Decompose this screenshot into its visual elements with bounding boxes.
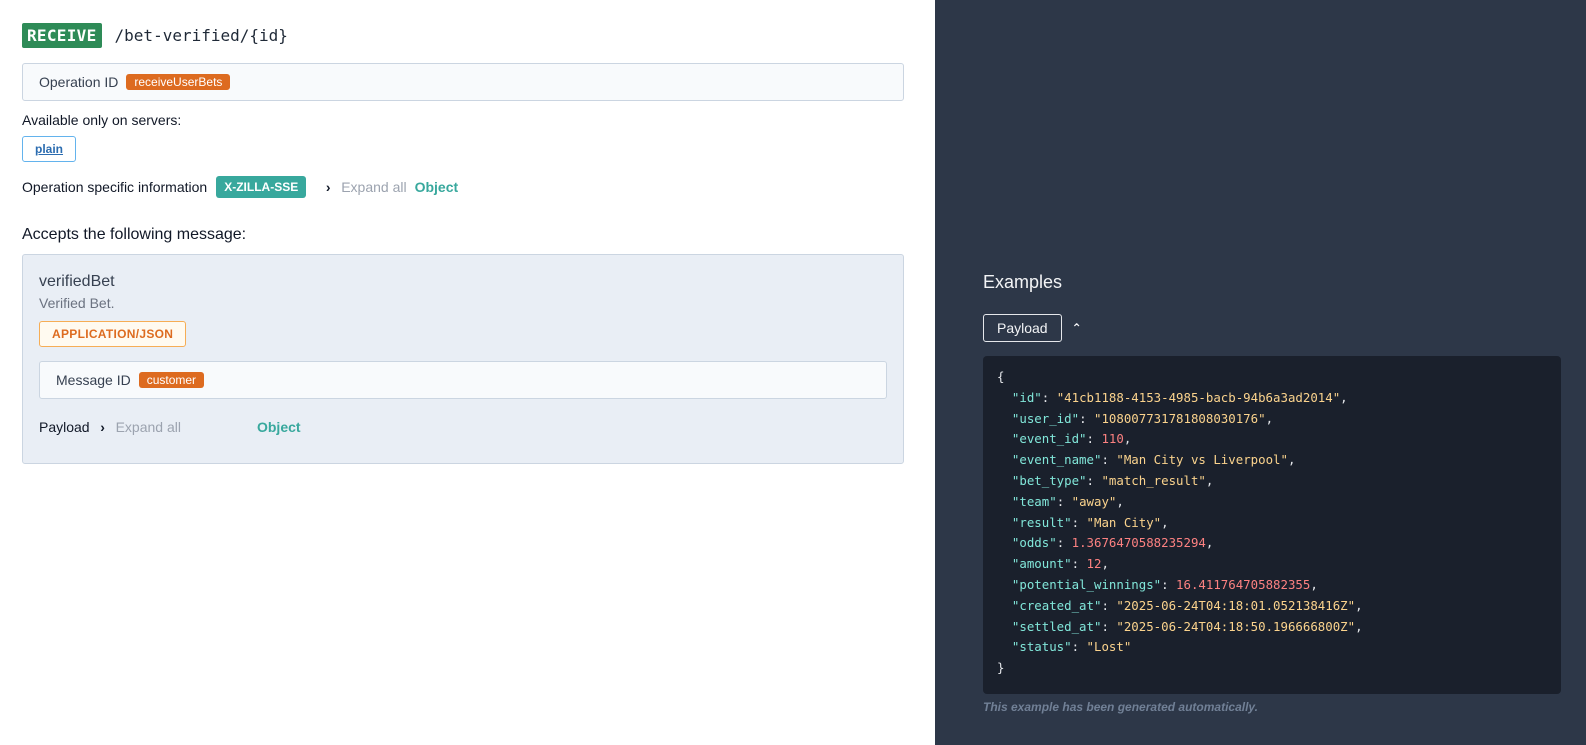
json-key: "event_id" [1011,431,1087,447]
servers-label: Available only on servers: [22,112,182,128]
json-value: 12 [1086,556,1102,572]
json-key: "status" [1011,639,1072,655]
json-key: "potential_winnings" [1011,576,1162,592]
chevron-up-icon[interactable]: ⌃ [1072,321,1082,335]
payload-tab-button[interactable]: Payload [983,314,1062,342]
json-value: "2025-06-24T04:18:01.052138416Z" [1116,597,1356,613]
json-value: "Man City" [1086,514,1162,530]
message-card: verifiedBet Verified Bet. APPLICATION/JS… [22,254,904,464]
json-key: "id" [1011,389,1042,405]
examples-title: Examples [983,272,1063,292]
json-value: "away" [1071,493,1117,509]
example-code-block: { "id": "41cb1188-4153-4985-bacb-94b6a3a… [983,356,1561,694]
json-key: "user_id" [1011,410,1080,426]
payload-toggle-row: Payload ⌃ [983,314,1082,342]
json-value: "108007731781808030176" [1093,410,1266,426]
chevron-right-icon[interactable]: › [96,419,110,435]
message-id-tag: customer [138,372,205,388]
object-type-label: Object [256,419,301,435]
operation-panel: RECEIVE /bet-verified/{id} Operation ID … [0,0,935,745]
json-key: "odds" [1011,535,1057,551]
object-type-label: Object [414,179,459,195]
payload-row: Payload › Expand all Object [39,419,887,435]
json-key: "amount" [1011,556,1072,572]
json-value: 16.411764705882355 [1176,576,1311,592]
json-key: "settled_at" [1011,618,1102,634]
message-id-label: Message ID [56,372,131,388]
json-key: "team" [1011,493,1057,509]
server-link-plain[interactable]: plain [22,136,77,162]
autogen-note: This example has been generated automati… [983,700,1258,714]
chevron-right-icon[interactable]: › [321,179,335,195]
json-value: "Man City vs Liverpool" [1116,452,1288,468]
json-value: "41cb1188-4153-4985-bacb-94b6a3ad2014" [1056,389,1341,405]
operation-path: /bet-verified/{id} [114,26,288,45]
json-value: "2025-06-24T04:18:50.196666800Z" [1116,618,1356,634]
json-value: 110 [1101,431,1124,447]
accepts-heading: Accepts the following message: [22,226,247,243]
operation-header: RECEIVE /bet-verified/{id} [22,22,935,49]
expand-all-button[interactable]: Expand all [341,179,406,195]
message-id-box: Message ID customer [39,361,887,399]
json-key: "bet_type" [1011,472,1087,488]
message-description: Verified Bet. [39,295,115,311]
receive-badge: RECEIVE [22,23,102,48]
expand-all-button[interactable]: Expand all [116,419,181,435]
binding-tag: X-ZILLA-SSE [216,176,307,198]
json-value: 1.3676470588235294 [1071,535,1206,551]
json-value: "match_result" [1101,472,1206,488]
examples-panel: Examples Payload ⌃ { "id": "41cb1188-415… [935,0,1586,745]
operation-info-row: Operation specific information X-ZILLA-S… [22,175,935,199]
json-key: "created_at" [1011,597,1102,613]
operation-id-tag: receiveUserBets [126,74,231,90]
operation-info-label: Operation specific information [22,179,208,195]
message-name: verifiedBet [39,273,115,290]
json-key: "result" [1011,514,1072,530]
operation-id-label: Operation ID [39,74,119,90]
json-value: "Lost" [1086,639,1132,655]
payload-label: Payload [39,419,90,435]
json-key: "event_name" [1011,452,1102,468]
content-type-badge: APPLICATION/JSON [39,321,187,347]
operation-id-box: Operation ID receiveUserBets [22,63,904,101]
